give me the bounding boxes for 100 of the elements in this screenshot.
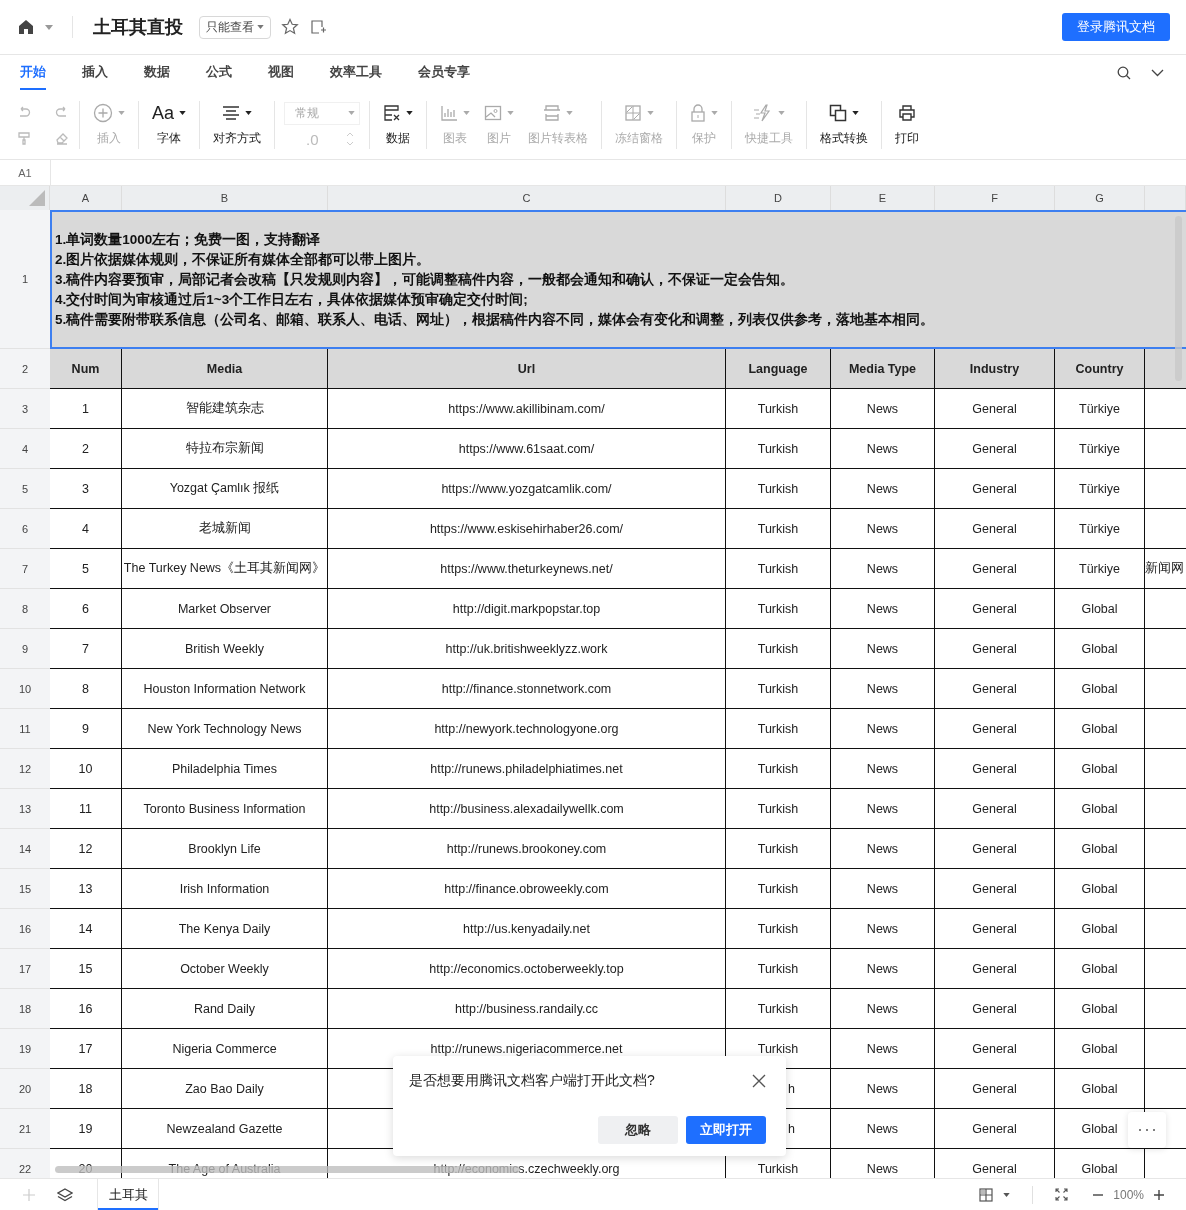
table-cell: October Weekly — [122, 949, 328, 989]
document-add-icon[interactable] — [309, 18, 327, 36]
table-cell: 1 — [50, 389, 122, 429]
sheet-tab[interactable]: 土耳其 — [97, 1179, 159, 1210]
table-cell: https://www.eskisehirhaber26.com/ — [328, 509, 726, 549]
row-header[interactable]: 18 — [0, 989, 50, 1029]
row-header[interactable]: 1 — [0, 210, 50, 349]
row-header[interactable]: 17 — [0, 949, 50, 989]
table-cell: Turkish — [726, 829, 831, 869]
row-header[interactable]: 3 — [0, 389, 50, 429]
table-cell: http://business.randaily.cc — [328, 989, 726, 1029]
row-header[interactable]: 19 — [0, 1029, 50, 1069]
table-cell: 5 — [50, 549, 122, 589]
font-glyph: Aa — [152, 102, 175, 124]
table-cell: Turkish — [726, 989, 831, 1029]
row-header[interactable]: 6 — [0, 509, 50, 549]
table-cell: http://runews.philadelphiatimes.net — [328, 749, 726, 789]
table-cell: 6 — [50, 589, 122, 629]
table-cell: 特拉布宗新闻 — [122, 429, 328, 469]
row-header[interactable]: 9 — [0, 629, 50, 669]
table-cell: Türkiye — [1055, 509, 1145, 549]
table-cell: Turkish — [726, 549, 831, 589]
ignore-button[interactable]: 忽略 — [598, 1116, 678, 1144]
row-header[interactable]: 22 — [0, 1149, 50, 1178]
row-header[interactable]: 2 — [0, 349, 50, 389]
grid-view-icon[interactable] — [979, 1187, 994, 1202]
layers-icon[interactable] — [57, 1187, 73, 1202]
table-cell: Global — [1055, 589, 1145, 629]
caret-icon — [348, 111, 356, 115]
table-cell: http://digit.markpopstar.top — [328, 589, 726, 629]
row-header[interactable]: 12 — [0, 749, 50, 789]
cell-reference[interactable]: A1 — [0, 159, 51, 186]
align-button[interactable]: 对齐方式 — [209, 102, 266, 147]
home-icon[interactable] — [18, 19, 34, 35]
table-cell: General — [935, 669, 1055, 709]
table-cell: 9 — [50, 709, 122, 749]
menu-tab[interactable]: 数据 — [144, 55, 170, 90]
row-header[interactable]: 16 — [0, 909, 50, 949]
bar-chart-icon — [440, 104, 459, 122]
font-button[interactable]: Aa 字体 — [148, 102, 191, 147]
row-header[interactable]: 14 — [0, 829, 50, 869]
convert-button[interactable]: 格式转换 — [816, 102, 873, 147]
star-icon[interactable] — [281, 18, 299, 36]
table-cell: Toronto Business Information — [122, 789, 328, 829]
row-header[interactable]: 21 — [0, 1109, 50, 1149]
column-title-cell: Country — [1055, 349, 1145, 389]
table-cell: General — [935, 429, 1055, 469]
table-cell: News — [831, 589, 935, 629]
table-cell: News — [831, 429, 935, 469]
menu-tab[interactable]: 效率工具 — [330, 55, 382, 90]
table-cell: http://runews.brookoney.com — [328, 829, 726, 869]
row-header[interactable]: 7 — [0, 549, 50, 589]
table-cell: News — [831, 709, 935, 749]
row-header[interactable]: 8 — [0, 589, 50, 629]
chevron-down-icon[interactable] — [1151, 68, 1164, 77]
table-cell: Global — [1055, 669, 1145, 709]
row-header[interactable]: 5 — [0, 469, 50, 509]
table-cell: Global — [1055, 629, 1145, 669]
table-cell: Brooklyn Life — [122, 829, 328, 869]
row-header[interactable]: 4 — [0, 429, 50, 469]
table-cell: Turkish — [726, 949, 831, 989]
table-cell: News — [831, 749, 935, 789]
table-cell: Turkish — [726, 869, 831, 909]
document-title: 土耳其直投 — [93, 16, 183, 39]
menu-tab[interactable]: 会员专享 — [418, 55, 470, 90]
table-cell: Global — [1055, 789, 1145, 829]
table-cell: General — [935, 589, 1055, 629]
notice-line: 3.稿件内容要预审，局部记者会改稿【只发规则内容】，可能调整稿件内容，一般都会通知和确认，不保证一定会告知。 — [55, 270, 796, 289]
permission-dropdown[interactable]: 只能查看 — [199, 15, 271, 39]
select-all-icon[interactable] — [29, 190, 45, 206]
table-cell: News — [831, 509, 935, 549]
menu-tab[interactable]: 视图 — [268, 55, 294, 90]
table-cell: Global — [1055, 1149, 1145, 1178]
table-cell: Turkish — [726, 669, 831, 709]
vertical-scrollbar[interactable] — [1175, 216, 1182, 381]
table-cell: General — [935, 549, 1055, 589]
data-button[interactable]: 数据 — [379, 102, 418, 147]
zoom-in-icon[interactable] — [1154, 1189, 1164, 1200]
table-cell: News — [831, 389, 935, 429]
fullscreen-icon[interactable] — [1055, 1188, 1069, 1201]
login-button[interactable]: 登录腾讯文档 — [1062, 13, 1170, 41]
table-cell: News — [831, 549, 935, 589]
row-header[interactable]: 13 — [0, 789, 50, 829]
row-header[interactable]: 11 — [0, 709, 50, 749]
menu-tab[interactable]: 公式 — [206, 55, 232, 90]
search-icon[interactable] — [1117, 65, 1131, 80]
caret-icon[interactable] — [1003, 1192, 1011, 1197]
row-header[interactable]: 10 — [0, 669, 50, 709]
close-icon[interactable] — [752, 1074, 766, 1088]
row-header[interactable]: 15 — [0, 869, 50, 909]
dialog-message: 是否想要用腾讯文档客户端打开此文档? — [409, 1072, 655, 1090]
open-button[interactable]: 立即打开 — [686, 1116, 766, 1144]
table-cell: Yozgat Çamlık 报纸 — [122, 469, 328, 509]
row-header[interactable]: 20 — [0, 1069, 50, 1109]
table-cell: Turkish — [726, 789, 831, 829]
print-button[interactable]: 打印 — [891, 102, 924, 147]
menu-tab[interactable]: 开始 — [20, 55, 46, 90]
menu-tab[interactable]: 插入 — [82, 55, 108, 90]
table-cell: 老城新闻 — [122, 509, 328, 549]
table-cell: Global — [1055, 1069, 1145, 1109]
